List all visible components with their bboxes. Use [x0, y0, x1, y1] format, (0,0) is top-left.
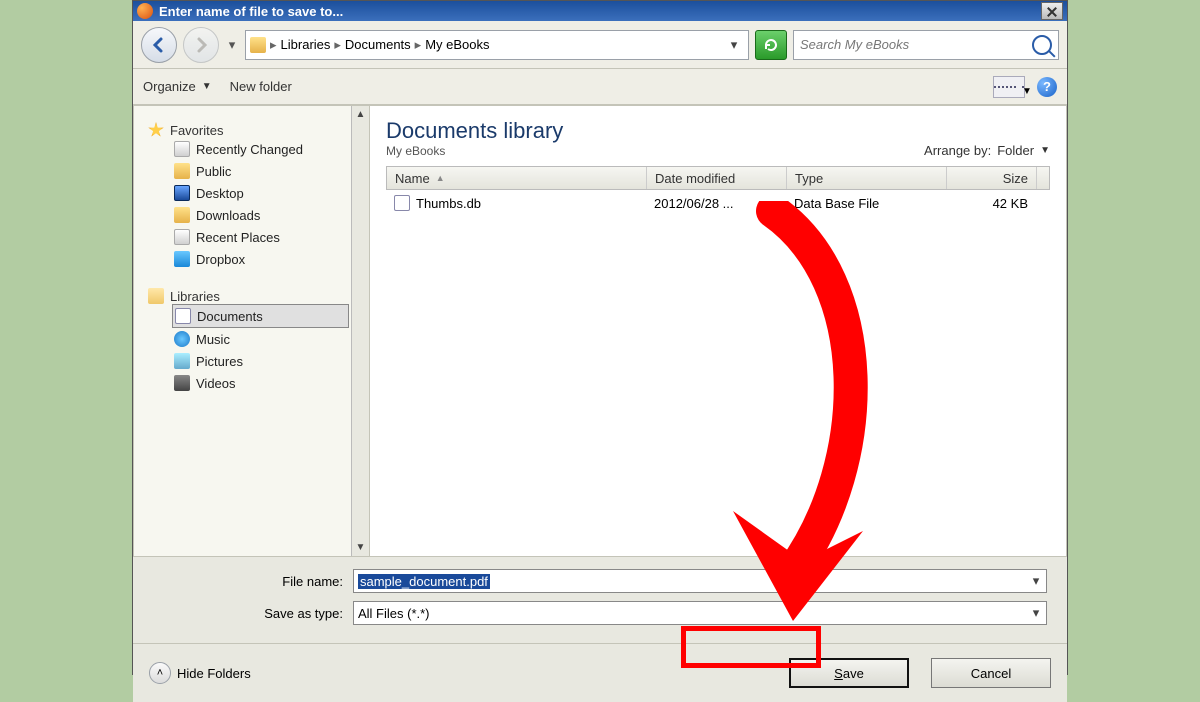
- search-input[interactable]: Search My eBooks: [793, 30, 1059, 60]
- desktop-icon: [174, 185, 190, 201]
- folder-icon: [250, 37, 266, 53]
- nav-item-public[interactable]: Public: [148, 160, 349, 182]
- column-type[interactable]: Type: [787, 167, 947, 189]
- nav-item-videos[interactable]: Videos: [148, 372, 349, 394]
- document-icon: [175, 308, 191, 324]
- nav-item-desktop[interactable]: Desktop: [148, 182, 349, 204]
- column-name[interactable]: Name ▲: [387, 167, 647, 189]
- breadcrumb-seg-2[interactable]: My eBooks: [425, 37, 489, 52]
- saveastype-label: Save as type:: [233, 606, 343, 621]
- column-date[interactable]: Date modified: [647, 167, 787, 189]
- save-fields: File name: sample_document.pdf ▾ Save as…: [133, 557, 1067, 637]
- cancel-button[interactable]: Cancel: [931, 658, 1051, 688]
- recent-icon: [174, 141, 190, 157]
- dropbox-icon: [174, 251, 190, 267]
- titlebar-text: Enter name of file to save to...: [159, 4, 343, 19]
- help-button[interactable]: ?: [1037, 77, 1057, 97]
- library-subtitle: My eBooks: [386, 144, 563, 158]
- hide-folders-label: Hide Folders: [177, 666, 251, 681]
- nav-item-recently-changed[interactable]: Recently Changed: [148, 138, 349, 160]
- new-folder-label: New folder: [230, 79, 292, 94]
- libraries-header[interactable]: Libraries: [148, 288, 349, 304]
- favorites-header[interactable]: Favorites: [148, 122, 349, 138]
- chevron-down-icon: ▼: [1040, 145, 1050, 156]
- libraries-label: Libraries: [170, 289, 220, 304]
- file-list-pane: Documents library My eBooks Arrange by: …: [369, 105, 1067, 557]
- titlebar: Enter name of file to save to...: [133, 1, 1067, 21]
- file-icon: [394, 195, 410, 211]
- refresh-button[interactable]: [755, 30, 787, 60]
- file-name: Thumbs.db: [416, 196, 481, 211]
- pictures-icon: [174, 353, 190, 369]
- videos-icon: [174, 375, 190, 391]
- nav-item-pictures[interactable]: Pictures: [148, 350, 349, 372]
- nav-item-music[interactable]: Music: [148, 328, 349, 350]
- library-title: Documents library: [386, 118, 563, 144]
- organize-menu[interactable]: Organize ▼: [143, 79, 212, 94]
- file-date: 2012/06/28 ...: [646, 196, 786, 211]
- scroll-up-icon[interactable]: ▲: [356, 106, 366, 123]
- column-size[interactable]: Size: [947, 167, 1037, 189]
- chevron-up-icon: ˄: [149, 662, 171, 684]
- arrange-by-label: Arrange by:: [924, 143, 991, 158]
- saveastype-value: All Files (*.*): [358, 606, 430, 621]
- nav-row: ▾ ▸ Libraries ▸ Documents ▸ My eBooks ▾ …: [133, 21, 1067, 69]
- saveastype-dropdown[interactable]: ▾: [1028, 605, 1044, 621]
- search-icon: [1032, 35, 1052, 55]
- breadcrumb[interactable]: ▸ Libraries ▸ Documents ▸ My eBooks ▾: [245, 30, 749, 60]
- arrange-by-menu[interactable]: Arrange by: Folder ▼: [924, 143, 1050, 158]
- file-size: 42 KB: [946, 196, 1036, 211]
- nav-item-dropbox[interactable]: Dropbox: [148, 248, 349, 270]
- star-icon: [148, 122, 164, 138]
- breadcrumb-seg-0[interactable]: Libraries: [281, 37, 331, 52]
- libraries-icon: [148, 288, 164, 304]
- nav-history-dropdown[interactable]: ▾: [225, 27, 239, 63]
- chevron-down-icon: ▼: [202, 81, 212, 92]
- search-placeholder: Search My eBooks: [800, 37, 909, 52]
- saveastype-select[interactable]: All Files (*.*) ▾: [353, 601, 1047, 625]
- nav-item-documents[interactable]: Documents: [172, 304, 349, 328]
- filename-dropdown[interactable]: ▾: [1028, 573, 1044, 589]
- hide-folders-button[interactable]: ˄ Hide Folders: [149, 662, 251, 684]
- scroll-down-icon[interactable]: ▼: [356, 539, 366, 556]
- view-mode-button[interactable]: ▼: [993, 76, 1025, 98]
- file-row[interactable]: Thumbs.db 2012/06/28 ... Data Base File …: [386, 190, 1050, 216]
- navigation-pane: Favorites Recently Changed Public Deskto…: [133, 105, 369, 557]
- arrange-by-value: Folder: [997, 143, 1034, 158]
- recent-places-icon: [174, 229, 190, 245]
- column-headers: Name ▲ Date modified Type Size: [386, 166, 1050, 190]
- toolbar: Organize ▼ New folder ▼ ?: [133, 69, 1067, 105]
- save-button[interactable]: Save: [789, 658, 909, 688]
- forward-button[interactable]: [183, 27, 219, 63]
- organize-label: Organize: [143, 79, 196, 94]
- close-button[interactable]: [1041, 2, 1063, 20]
- nav-item-downloads[interactable]: Downloads: [148, 204, 349, 226]
- back-button[interactable]: [141, 27, 177, 63]
- file-type: Data Base File: [786, 196, 946, 211]
- divider: [133, 643, 1067, 644]
- music-icon: [174, 331, 190, 347]
- new-folder-button[interactable]: New folder: [230, 79, 292, 94]
- nav-item-recent-places[interactable]: Recent Places: [148, 226, 349, 248]
- folder-icon: [174, 163, 190, 179]
- breadcrumb-seg-1[interactable]: Documents: [345, 37, 411, 52]
- filename-value: sample_document.pdf: [358, 574, 490, 589]
- breadcrumb-dropdown[interactable]: ▾: [724, 37, 744, 53]
- download-icon: [174, 207, 190, 223]
- filename-input[interactable]: sample_document.pdf ▾: [353, 569, 1047, 593]
- save-dialog: Enter name of file to save to... ▾ ▸ Lib…: [132, 0, 1068, 675]
- filename-label: File name:: [233, 574, 343, 589]
- firefox-icon: [137, 3, 153, 19]
- favorites-label: Favorites: [170, 123, 223, 138]
- footer: ˄ Hide Folders Save Cancel: [133, 650, 1067, 702]
- navpane-scrollbar[interactable]: ▲ ▼: [351, 106, 369, 556]
